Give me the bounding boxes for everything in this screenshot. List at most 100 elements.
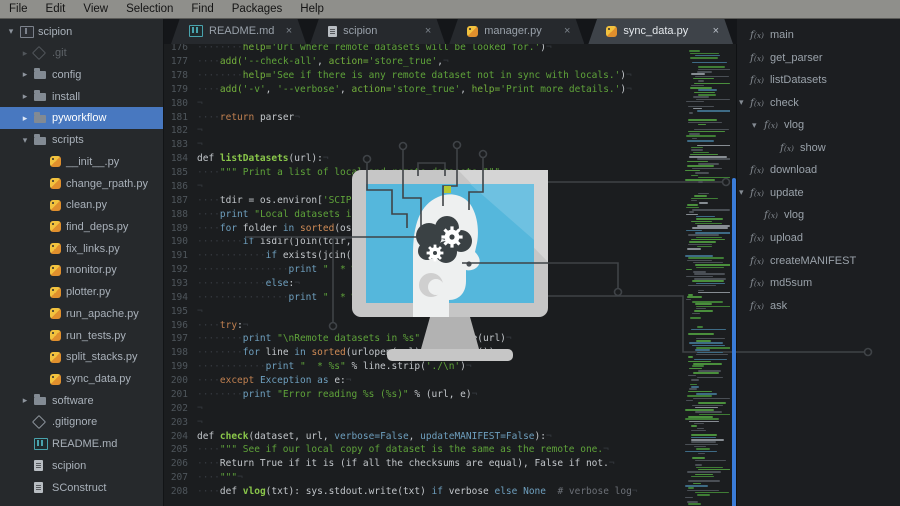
symbol-download[interactable]: f(x) download [737,159,900,181]
menu-packages[interactable]: Packages [223,0,292,18]
code-line-194[interactable]: 194 ················print " * %s (not in … [164,291,529,305]
folder-icon [34,394,46,406]
code-line-204[interactable]: 204 def check(dataset, url, verbose=False… [164,430,552,444]
close-icon[interactable]: × [564,25,570,37]
tab-manager-py[interactable]: manager.py × [449,18,584,44]
tab-sync-data-py[interactable]: sync_data.py × [588,18,733,44]
sidebar-item-clean-py[interactable]: clean.py [0,194,163,216]
code-line-189[interactable]: 189 ····for folder in sorted(os.listdir(t… [164,222,449,236]
code-line-199[interactable]: 199 ············print " * %s" % line.stri… [164,360,472,374]
symbol-get-parser[interactable]: f(x) get_parser [737,47,900,69]
menu-file[interactable]: File [0,0,37,18]
symbol-createmanifest[interactable]: f(x) createMANIFEST [737,250,900,272]
minimap[interactable] [684,46,730,506]
sidebar-item-pyworkflow[interactable]: ▸ pyworkflow [0,107,163,130]
sidebar-item-fix-links-py[interactable]: fix_links.py [0,238,163,260]
scroll-indicator[interactable] [732,178,736,506]
chevron-down-icon[interactable]: ▾ [6,26,16,37]
symbol-vlog[interactable]: ▾ f(x) vlog [737,114,900,136]
sidebar-item-scipion[interactable]: ▾ scipion [0,21,163,43]
code-line-190[interactable]: 190 ········if isdir(join(tdir, folder)):… [164,235,415,249]
symbol-main[interactable]: f(x) main [737,24,900,46]
menu-view[interactable]: View [74,0,117,18]
code-line-202[interactable]: 202 ¬ [164,402,203,416]
code-line-196[interactable]: 196 ····try:¬ [164,319,249,333]
code-line-177[interactable]: 177 ····add('--check-all', action='store_… [164,55,449,69]
symbol-upload[interactable]: f(x) upload [737,227,900,249]
code-line-182[interactable]: 182 ¬ [164,124,203,138]
close-icon[interactable]: × [713,25,719,37]
code-line-187[interactable]: 187 ····tdir = os.environ['SCIPION_TESTS'… [164,194,420,208]
sidebar-item-run-apache-py[interactable]: run_apache.py [0,303,163,325]
sidebar-item-init-py[interactable]: __init__.py [0,151,163,173]
symbol-vlog[interactable]: f(x) vlog [737,204,900,226]
sidebar-item-plotter-py[interactable]: plotter.py [0,281,163,303]
code-line-179[interactable]: 179 ····add('-v', '--verbose', action='st… [164,83,632,97]
close-icon[interactable]: × [425,25,431,37]
code-line-181[interactable]: 181 ····return parser¬ [164,111,300,125]
menu-help[interactable]: Help [291,0,333,18]
code-line-200[interactable]: 200 ····except Exception as e:¬ [164,374,352,388]
code-line-183[interactable]: 183 ¬ [164,138,203,152]
sidebar-item-sconstruct[interactable]: SConstruct [0,477,163,499]
sidebar-item-gitignore[interactable]: .gitignore [0,411,163,433]
chevron-down-icon[interactable]: ▾ [752,120,757,131]
sidebar-item-git[interactable]: ▸ .git [0,42,163,64]
code-line-197[interactable]: 197 ········print "\nRemote datasets in %… [164,332,512,346]
code-line-180[interactable]: 180 ¬ [164,97,203,111]
symbol-update[interactable]: ▾ f(x) update [737,182,900,204]
sidebar-item-monitor-py[interactable]: monitor.py [0,259,163,281]
close-icon[interactable]: × [286,25,292,37]
minimap-line [689,317,701,319]
sidebar-item-software[interactable]: ▸ software [0,390,163,412]
code-line-184[interactable]: 184 def listDatasets(url):¬ [164,152,329,166]
menu-find[interactable]: Find [182,0,222,18]
sidebar-item-config[interactable]: ▸ config [0,64,163,86]
code-area[interactable]: 176 ········help='Url where remote datase… [164,18,737,506]
sidebar-item-run-tests-py[interactable]: run_tests.py [0,325,163,347]
symbol-md5sum[interactable]: f(x) md5sum [737,272,900,294]
code-line-191[interactable]: 191 ············if exists(join(tdir, fold… [164,249,512,263]
sidebar-item-scipion[interactable]: scipion [0,455,163,477]
sidebar-item-sync-data-py[interactable]: sync_data.py [0,368,163,390]
code-line-208[interactable]: 208 ····def vlog(txt): sys.stdout.write(t… [164,485,638,499]
chevron-right-icon[interactable]: ▸ [20,48,30,59]
code-token: './\n' [425,361,461,373]
code-line-192[interactable]: 192 ················print " * %s" % folde… [164,263,426,277]
minimap-line [694,310,713,312]
menu-selection[interactable]: Selection [117,0,182,18]
sidebar-item-split-stacks-py[interactable]: split_stacks.py [0,346,163,368]
sidebar-item-scripts[interactable]: ▾ scripts [0,129,163,151]
symbol-ask[interactable]: f(x) ask [737,295,900,317]
symbol-show[interactable]: f(x) show [737,137,900,159]
menu-edit[interactable]: Edit [37,0,75,18]
chevron-right-icon[interactable]: ▸ [20,91,30,102]
code-line-206[interactable]: 206 ····Return True if it is (if all the … [164,457,615,471]
code-line-203[interactable]: 203 ¬ [164,416,203,430]
minimap-line [692,363,723,365]
sidebar-item-readme-md[interactable]: README.md [0,433,163,455]
sidebar-item-find-deps-py[interactable]: find_deps.py [0,216,163,238]
chevron-right-icon[interactable]: ▸ [20,69,30,80]
code-line-195[interactable]: 195 ¬ [164,305,203,319]
chevron-down-icon[interactable]: ▾ [739,97,744,108]
code-line-198[interactable]: 198 ········for line in sorted(urlopen(ur… [164,346,506,360]
code-line-193[interactable]: 193 ············else:¬ [164,277,300,291]
chevron-right-icon[interactable]: ▸ [20,113,30,124]
symbol-listdatasets[interactable]: f(x) listDatasets [737,69,900,91]
code-line-185[interactable]: 185 ····""" Print a list of local and rem… [164,166,506,180]
code-line-205[interactable]: 205 ····""" See if our local copy of data… [164,443,609,457]
code-line-178[interactable]: 178 ········help='See if there is any rem… [164,69,632,83]
chevron-right-icon[interactable]: ▸ [20,395,30,406]
tab-scipion[interactable]: scipion × [310,18,445,44]
code-line-201[interactable]: 201 ········print "Error reading %s (%s)"… [164,388,477,402]
code-line-186[interactable]: 186 ¬ [164,180,203,194]
tab-readme-md[interactable]: README.md × [171,18,306,44]
sidebar-item-install[interactable]: ▸ install [0,86,163,108]
code-line-188[interactable]: 188 ····print "Local datasets in %s" % td… [164,208,426,222]
symbol-check[interactable]: ▾ f(x) check [737,92,900,114]
chevron-down-icon[interactable]: ▾ [20,135,30,146]
chevron-down-icon[interactable]: ▾ [739,187,744,198]
sidebar-item-change-rpath-py[interactable]: change_rpath.py [0,173,163,195]
code-line-207[interactable]: 207 ····"""¬ [164,471,243,485]
